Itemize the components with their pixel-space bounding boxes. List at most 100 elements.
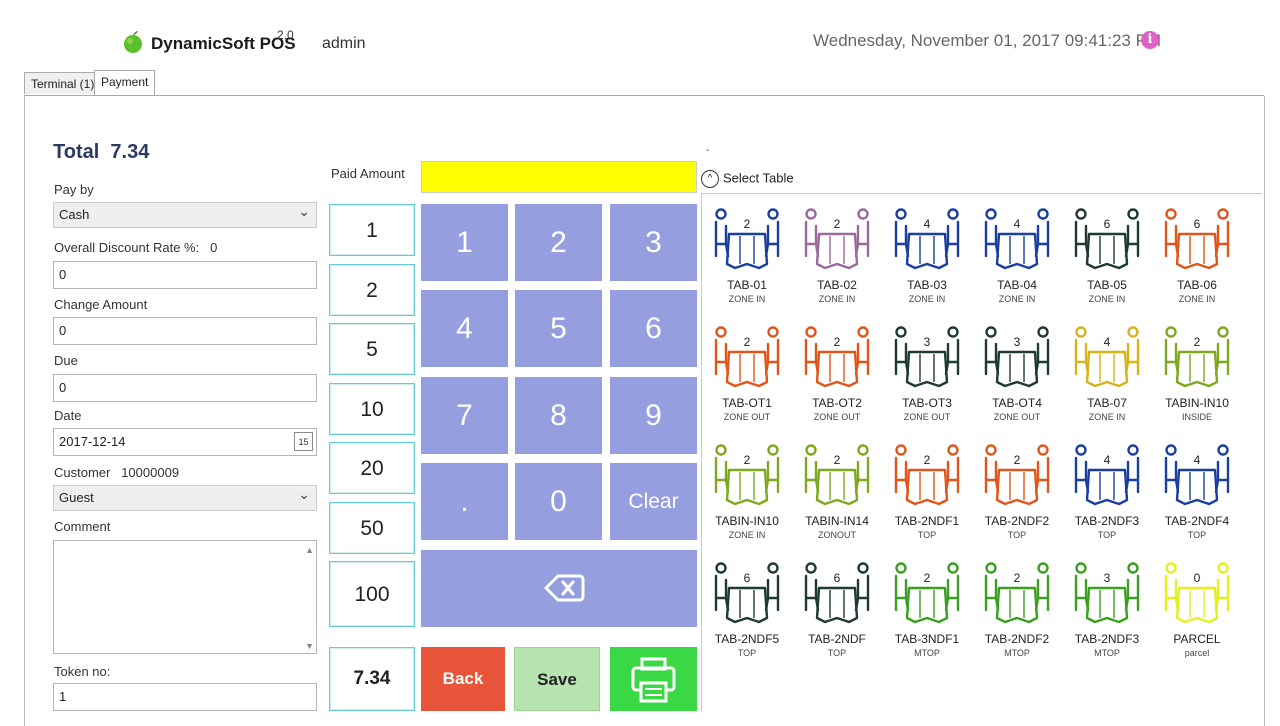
keypad-key[interactable]: 2 [515,204,602,281]
table-tile[interactable]: 0 PARCEL parcel [1152,560,1242,678]
keypad-key[interactable]: 7 [421,377,508,454]
discount-field[interactable]: 0 [53,261,317,289]
select-table-label: Select Table [723,170,794,186]
token-field[interactable]: 1 [53,683,317,711]
discount-label-text: Overall Discount Rate %: [54,240,200,255]
save-button[interactable]: Save [514,647,600,711]
table-name: TAB-03 [907,278,947,292]
scroll-up-icon[interactable]: ▲ [305,545,314,555]
table-zone: TOP [827,648,847,658]
table-zone: MTOP [914,648,940,658]
keypad-key[interactable]: 5 [515,290,602,367]
table-seats: 2 [1014,453,1021,467]
paid-amount-input[interactable] [421,161,697,193]
table-seats: 4 [1194,453,1201,467]
quick-amount-button[interactable]: 1 [329,204,415,256]
table-tile[interactable]: 6 TAB-2NDF TOP [792,560,882,678]
table-tile[interactable]: 2 TABIN-IN10 INSIDE [1152,324,1242,442]
comment-textarea[interactable]: ▲ ▼ [53,540,317,654]
table-tile[interactable]: 2 TAB-2NDF1 TOP [882,442,972,560]
keypad-key[interactable]: 8 [515,377,602,454]
table-tile[interactable]: 4 TAB-07 ZONE IN [1062,324,1152,442]
table-name: TAB-06 [1177,278,1217,292]
table-tile[interactable]: 2 TAB-01 ZONE IN [702,206,792,324]
dining-table-icon: 0 [1164,562,1230,624]
quick-amount-button[interactable]: 2 [329,264,415,316]
quick-amount-button[interactable]: 20 [329,442,415,494]
tab-payment[interactable]: Payment [94,70,156,95]
table-seats: 3 [1104,571,1111,585]
table-seats: 2 [744,453,751,467]
table-zone: ZONE OUT [993,412,1041,422]
table-seats: 3 [1014,335,1021,349]
backspace-button[interactable] [421,550,697,627]
table-tile[interactable]: 4 TAB-2NDF4 TOP [1152,442,1242,560]
customer-select[interactable]: Guest [53,482,317,511]
table-seats: 2 [924,571,931,585]
table-tile[interactable]: 2 TAB-OT2 ZONE OUT [792,324,882,442]
table-tile[interactable]: 2 TAB-02 ZONE IN [792,206,882,324]
table-tile[interactable]: 3 TAB-2NDF3 MTOP [1062,560,1152,678]
quick-amount-button[interactable]: 50 [329,502,415,554]
table-tile[interactable]: 2 TAB-3NDF1 MTOP [882,560,972,678]
table-name: TAB-07 [1087,396,1127,410]
discount-label: Overall Discount Rate %: 0 [54,240,217,255]
keypad-key[interactable]: 6 [610,290,697,367]
pay-by-select[interactable]: Cash [53,199,317,228]
dining-table-icon: 3 [894,326,960,388]
chevron-up-icon[interactable]: ^ [701,170,719,188]
keypad-key[interactable]: 9 [610,377,697,454]
table-tile[interactable]: 3 TAB-OT4 ZONE OUT [972,324,1062,442]
table-tile[interactable]: 6 TAB-05 ZONE IN [1062,206,1152,324]
table-seats: 2 [744,335,751,349]
table-tile[interactable]: 6 TAB-06 ZONE IN [1152,206,1242,324]
table-zone: TOP [917,530,937,540]
app-name: DynamicSoft POS [151,34,296,53]
select-table-header[interactable]: ^ Select Table [701,170,794,188]
print-button[interactable] [610,647,697,711]
table-zone: TOP [1007,530,1027,540]
table-zone: ZONE OUT [903,412,951,422]
date-value: 2017-12-14 [59,434,126,449]
dining-table-icon: 2 [894,444,960,506]
table-zone: MTOP [1094,648,1120,658]
table-tile[interactable]: 6 TAB-2NDF5 TOP [702,560,792,678]
table-tile[interactable]: 4 TAB-04 ZONE IN [972,206,1062,324]
table-tile[interactable]: 2 TAB-OT1 ZONE OUT [702,324,792,442]
table-tile[interactable]: 2 TAB-2NDF2 TOP [972,442,1062,560]
keypad-key[interactable]: 0 [515,463,602,540]
scroll-down-icon[interactable]: ▼ [305,641,314,651]
table-tile[interactable]: 4 TAB-2NDF3 TOP [1062,442,1152,560]
date-picker[interactable]: 2017-12-14 15 [53,428,317,456]
info-icon[interactable]: i [1141,31,1159,49]
table-zone: ZONE IN [818,294,856,304]
tab-terminal[interactable]: Terminal (1) [24,72,102,94]
dining-table-icon: 6 [1164,208,1230,270]
quick-amount-button[interactable]: 5 [329,323,415,375]
table-zone: INSIDE [1181,412,1212,422]
keypad-key-decimal[interactable]: . [421,463,508,540]
quick-amount-button[interactable]: 100 [329,561,415,627]
table-seats: 2 [1194,335,1201,349]
quick-amount-button[interactable]: 10 [329,383,415,435]
keypad-key[interactable]: 4 [421,290,508,367]
total-amount-button[interactable]: 7.34 [329,647,415,711]
dining-table-icon: 2 [804,208,870,270]
table-tile[interactable]: 4 TAB-03 ZONE IN [882,206,972,324]
table-name: TAB-2NDF3 [1074,514,1140,528]
table-tile[interactable]: 2 TABIN-IN14 ZONOUT [792,442,882,560]
keypad-key[interactable]: 1 [421,204,508,281]
table-tile[interactable]: 2 TABIN-IN10 ZONE IN [702,442,792,560]
table-name: TAB-2NDF2 [984,632,1050,646]
due-field[interactable]: 0 [53,374,317,402]
table-seats: 0 [1194,571,1201,585]
table-zone: ZONE IN [998,294,1036,304]
keypad-clear-button[interactable]: Clear [610,463,697,540]
table-tile[interactable]: 3 TAB-OT3 ZONE OUT [882,324,972,442]
keypad-key[interactable]: 3 [610,204,697,281]
change-amount-field[interactable]: 0 [53,317,317,345]
back-button[interactable]: Back [421,647,505,711]
calendar-icon[interactable]: 15 [294,432,313,451]
table-tile[interactable]: 2 TAB-2NDF2 MTOP [972,560,1062,678]
dining-table-icon: 4 [1074,326,1140,388]
